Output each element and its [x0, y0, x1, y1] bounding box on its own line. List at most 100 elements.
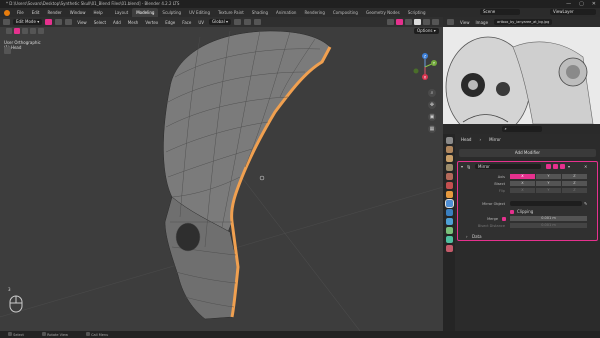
mirror-object-field[interactable]: [510, 201, 582, 206]
axis-row: Axis X Y Z: [458, 174, 597, 180]
breadcrumb: Head › Mirror: [455, 134, 600, 144]
bisect-x-button[interactable]: X: [510, 181, 535, 186]
menu-file[interactable]: File: [13, 10, 28, 15]
clipping-label: Clipping: [517, 209, 534, 214]
image-editor-type-icon[interactable]: [447, 19, 454, 25]
object-tab-icon[interactable]: [445, 191, 453, 198]
3d-viewport[interactable]: Edit Mode ▾ View Select Add Mesh Vertex …: [0, 17, 443, 331]
modifier-name-field[interactable]: Mirror: [475, 164, 541, 169]
tool-tab-icon[interactable]: [445, 137, 453, 144]
bisect-label: Bisect: [494, 182, 505, 186]
clipping-checkbox[interactable]: [510, 209, 514, 214]
minimize-button[interactable]: —: [566, 0, 571, 8]
breadcrumb-separator-icon: ›: [479, 136, 482, 142]
image-name: artbox_by_ianyaree_at_bg.jpg: [497, 20, 550, 24]
maximize-button[interactable]: ▢: [579, 0, 584, 8]
toolbar-cursor-icon[interactable]: [4, 47, 11, 54]
flip-x-button[interactable]: X: [510, 188, 535, 193]
flip-label: Flip: [498, 189, 505, 193]
data-label: Data: [472, 234, 482, 239]
tab-shading[interactable]: Shading: [248, 8, 272, 17]
modifier-name: Mirror: [478, 164, 490, 169]
tab-texture-paint[interactable]: Texture Paint: [214, 8, 248, 17]
world-tab-icon[interactable]: [445, 182, 453, 189]
collapse-chevron-icon[interactable]: ▾: [461, 164, 463, 170]
flip-z-button[interactable]: Z: [562, 188, 587, 193]
skull-mesh[interactable]: [0, 17, 443, 331]
merge-distance-field[interactable]: 0.001 m: [510, 216, 587, 221]
perspective-toggle-icon[interactable]: ▦: [428, 125, 436, 133]
output-tab-icon[interactable]: [445, 155, 453, 162]
status-select-label: Select: [13, 333, 24, 337]
tab-sculpting[interactable]: Sculpting: [158, 8, 185, 17]
tab-geometry-nodes[interactable]: Geometry Nodes: [362, 8, 404, 17]
reference-image[interactable]: [443, 27, 600, 124]
remove-modifier-icon[interactable]: ✕: [584, 164, 587, 170]
properties-search-input[interactable]: ⌕: [501, 126, 542, 132]
physics-tab-icon[interactable]: [445, 218, 453, 225]
merge-label: Merge: [487, 217, 498, 221]
status-rotate: Rotate View: [41, 332, 68, 337]
navigation-gizmo[interactable]: Z Y X: [410, 51, 440, 83]
status-menu-label: Call Menu: [91, 333, 109, 337]
data-tab-icon[interactable]: [445, 236, 453, 243]
tab-layout[interactable]: Layout: [111, 8, 133, 17]
eyedropper-icon[interactable]: ✎: [584, 201, 587, 207]
data-chevron-icon: ›: [466, 234, 468, 239]
menu-render[interactable]: Render: [43, 10, 65, 15]
axis-y-button[interactable]: Y: [536, 174, 561, 179]
reference-sketch: [443, 27, 600, 124]
image-menu-image[interactable]: Image: [476, 20, 489, 25]
view-layer-selector[interactable]: ViewLayer: [550, 9, 596, 15]
view-layer-tab-icon[interactable]: [445, 164, 453, 171]
viewport-toggle-icon[interactable]: [553, 164, 558, 169]
menu-help[interactable]: Help: [89, 10, 106, 15]
view-layer-name: ViewLayer: [553, 9, 574, 14]
pan-hand-icon[interactable]: ✥: [428, 101, 436, 109]
tab-compositing[interactable]: Compositing: [329, 8, 362, 17]
merge-row: Merge 0.001 m: [458, 216, 597, 222]
bisect-y-button[interactable]: Y: [536, 181, 561, 186]
axis-z-button[interactable]: Z: [562, 174, 587, 179]
constraints-tab-icon[interactable]: [445, 227, 453, 234]
merge-checkbox[interactable]: [502, 216, 506, 221]
eye-socket: [175, 222, 201, 252]
edit-mode-toggle-icon[interactable]: [546, 164, 551, 169]
menu-window[interactable]: Window: [66, 10, 90, 15]
modifier-menu-icon[interactable]: ▾: [568, 164, 570, 170]
menu-edit[interactable]: Edit: [28, 10, 44, 15]
scene-selector[interactable]: Scene: [480, 9, 520, 15]
gizmo-neg-y-axis[interactable]: [413, 68, 419, 74]
window-title: * D:\Users\Sovaro\Desktop\Synthetic Skul…: [6, 1, 180, 6]
zoom-icon[interactable]: ⌕: [428, 89, 436, 97]
tab-modeling[interactable]: Modeling: [132, 8, 159, 17]
bisect-row: Bisect X Y Z: [458, 181, 597, 187]
particles-tab-icon[interactable]: [445, 209, 453, 216]
blender-logo-icon[interactable]: [4, 9, 10, 16]
material-tab-icon[interactable]: [445, 245, 453, 252]
render-toggle-icon[interactable]: [560, 164, 565, 169]
tab-uv-editing[interactable]: UV Editing: [185, 8, 214, 17]
render-tab-icon[interactable]: [445, 146, 453, 153]
flip-y-button[interactable]: Y: [536, 188, 561, 193]
status-bar: Select Rotate View Call Menu: [0, 331, 600, 338]
tab-animation[interactable]: Animation: [272, 8, 300, 17]
bisect-z-button[interactable]: Z: [562, 181, 587, 186]
add-modifier-button[interactable]: Add Modifier: [459, 149, 596, 157]
properties-panel: Head › Mirror Add Modifier ▾ ⧎ Mirror ▾ …: [455, 134, 600, 331]
tab-scripting[interactable]: Scripting: [404, 8, 430, 17]
mouse-icon: [9, 295, 23, 313]
add-modifier-label: Add Modifier: [514, 150, 541, 155]
image-name-field[interactable]: artbox_by_ianyaree_at_bg.jpg: [494, 19, 553, 25]
data-subpanel-header[interactable]: › Data: [458, 234, 597, 240]
mirror-object-row: Mirror Object ✎: [458, 201, 597, 207]
image-menu-view[interactable]: View: [460, 20, 470, 25]
close-button[interactable]: ✕: [592, 0, 596, 8]
tab-rendering[interactable]: Rendering: [300, 8, 328, 17]
axis-label: Axis: [497, 175, 505, 179]
axis-x-button[interactable]: X: [510, 174, 535, 179]
modifier-tab-icon[interactable]: [444, 199, 454, 208]
scene-tab-icon[interactable]: [445, 173, 453, 180]
camera-view-icon[interactable]: ▣: [428, 113, 436, 121]
bisect-distance-field[interactable]: 0.001 m: [510, 223, 587, 228]
